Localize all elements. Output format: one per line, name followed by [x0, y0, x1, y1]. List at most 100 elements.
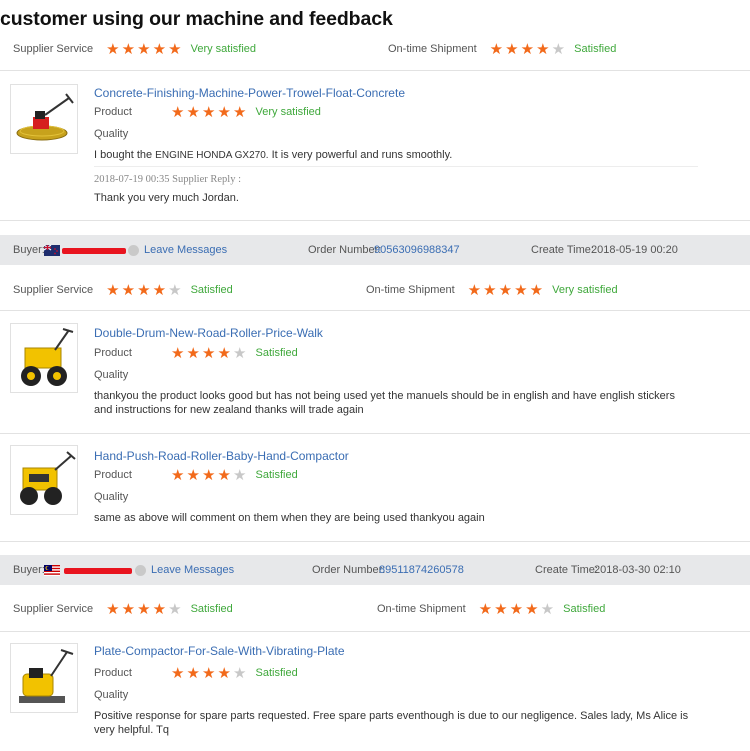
star-filled-icon: ★ [536, 40, 550, 58]
star-filled-icon: ★ [171, 466, 185, 484]
star-filled-icon: ★ [152, 40, 167, 58]
star-rating: ★ ★ ★ ★ ★ [105, 283, 183, 298]
review-comment: thankyou the product looks good but has … [94, 390, 675, 416]
product-image-hand-push-roller[interactable] [10, 445, 78, 515]
star-filled-icon: ★ [467, 281, 482, 299]
star-filled-icon: ★ [171, 344, 185, 362]
star-rating: ★ ★ ★ ★ ★ [467, 283, 545, 298]
star-filled-icon: ★ [106, 281, 120, 299]
order-number-label: Order Number: [312, 564, 386, 576]
product-image-plate-compactor[interactable] [10, 643, 78, 713]
star-filled-icon: ★ [121, 40, 136, 58]
star-filled-icon: ★ [186, 664, 200, 682]
star-filled-icon: ★ [186, 466, 200, 484]
page-title: customer using our machine and feedback [0, 8, 393, 30]
star-filled-icon: ★ [171, 103, 185, 121]
star-filled-icon: ★ [106, 40, 120, 58]
ontime-shipment-label: On-time Shipment [366, 284, 455, 296]
review-comment: I bought the ENGINE HONDA GX270. It is v… [94, 148, 452, 163]
product-title-link[interactable]: Hand-Push-Road-Roller-Baby-Hand-Compacto… [94, 449, 349, 463]
avatar [135, 565, 146, 576]
product-title-link[interactable]: Double-Drum-New-Road-Roller-Price-Walk [94, 326, 323, 340]
star-filled-icon: ★ [478, 600, 493, 618]
star-rating: ★ ★ ★ ★ ★ [105, 42, 183, 57]
rating-text: Very satisfied [552, 284, 618, 296]
star-filled-icon: ★ [137, 281, 151, 299]
star-rating: ★ ★ ★ ★ ★ [105, 602, 183, 617]
comment-part: I bought the [94, 149, 153, 161]
product-image-double-drum-roller[interactable] [10, 323, 78, 393]
product-label: Product [94, 469, 132, 481]
star-rating: ★ ★ ★ ★ ★ [170, 666, 248, 681]
order-number-link[interactable]: 89511874260578 [379, 564, 464, 576]
star-filled-icon: ★ [483, 281, 497, 299]
rating-text: Satisfied [190, 603, 233, 615]
supplier-service-label: Supplier Service [13, 603, 94, 615]
star-filled-icon: ★ [489, 40, 504, 58]
create-time-value: 2018-03-30 02:10 [594, 564, 681, 576]
star-filled-icon: ★ [202, 103, 216, 121]
ontime-shipment-rating: On-time Shipment ★ ★ ★ ★ ★ Satisfied [388, 39, 616, 59]
divider [0, 70, 750, 71]
comment-part: ENGINE HONDA GX270. [155, 150, 269, 161]
star-filled-icon: ★ [152, 281, 167, 299]
star-rating: ★ ★ ★ ★ ★ [478, 602, 556, 617]
create-time-label: Create Time: [531, 244, 594, 256]
leave-messages-link[interactable]: Leave Messages [144, 244, 227, 256]
star-filled-icon: ★ [509, 600, 524, 618]
star-filled-icon: ★ [202, 664, 216, 682]
product-label: Product [94, 667, 132, 679]
supplier-service-rating: Supplier Service ★ ★ ★ ★ ★ Satisfied [13, 599, 233, 619]
buyer-bar: Buyer: Leave Messages Order Number: 9056… [0, 235, 750, 265]
ontime-shipment-label: On-time Shipment [377, 603, 466, 615]
leave-messages-link[interactable]: Leave Messages [151, 564, 234, 576]
star-filled-icon: ★ [202, 344, 216, 362]
rating-text: Satisfied [574, 43, 617, 55]
rating-text: Satisfied [255, 667, 298, 679]
star-rating: ★ ★ ★ ★ ★ [170, 105, 248, 120]
rating-text: Satisfied [190, 284, 233, 296]
star-empty-icon: ★ [551, 40, 566, 58]
product-rating: Product ★ ★ ★ ★ ★ Very satisfied [94, 102, 321, 122]
star-filled-icon: ★ [152, 600, 167, 618]
star-filled-icon: ★ [186, 103, 200, 121]
star-empty-icon: ★ [168, 281, 182, 299]
divider [94, 166, 698, 167]
star-rating: ★ ★ ★ ★ ★ [170, 468, 248, 483]
buyer-label: Buyer: [13, 564, 45, 576]
divider [0, 310, 750, 311]
avatar [128, 245, 139, 256]
divider [0, 631, 750, 632]
product-title-link[interactable]: Plate-Compactor-For-Sale-With-Vibrating-… [94, 644, 345, 658]
buyer-name-redacted [62, 248, 126, 254]
product-image-power-trowel[interactable] [10, 84, 78, 154]
buyer-name-redacted [64, 568, 132, 574]
ontime-shipment-rating: On-time Shipment ★ ★ ★ ★ ★ Very satisfied [366, 280, 618, 300]
new-zealand-flag-icon [44, 245, 60, 256]
product-label: Product [94, 106, 132, 118]
product-title-link[interactable]: Concrete-Finishing-Machine-Power-Trowel-… [94, 86, 405, 100]
star-filled-icon: ★ [171, 664, 185, 682]
rating-text: Satisfied [255, 347, 298, 359]
supplier-reply-meta: 2018-07-19 00:35 Supplier Reply : [94, 174, 241, 185]
star-rating: ★ ★ ★ ★ ★ [489, 42, 567, 57]
star-empty-icon: ★ [233, 344, 247, 362]
star-empty-icon: ★ [540, 600, 555, 618]
star-filled-icon: ★ [494, 600, 508, 618]
star-filled-icon: ★ [137, 40, 151, 58]
star-filled-icon: ★ [202, 466, 216, 484]
rating-text: Satisfied [563, 603, 606, 615]
order-number-link[interactable]: 90563096988347 [374, 244, 460, 256]
quality-label: Quality [94, 128, 129, 140]
quality-label: Quality [94, 369, 129, 381]
star-filled-icon: ★ [168, 40, 182, 58]
review-comment: Positive response for spare parts reques… [94, 710, 689, 736]
star-filled-icon: ★ [217, 103, 231, 121]
star-filled-icon: ★ [233, 103, 247, 121]
star-rating: ★ ★ ★ ★ ★ [170, 346, 248, 361]
comment-part: It is very powerful and runs smoothly. [268, 149, 453, 161]
product-rating: Product ★ ★ ★ ★ ★ Satisfied [94, 663, 298, 683]
star-empty-icon: ★ [233, 466, 247, 484]
order-number-label: Order Number: [308, 244, 382, 256]
star-filled-icon: ★ [529, 281, 544, 299]
